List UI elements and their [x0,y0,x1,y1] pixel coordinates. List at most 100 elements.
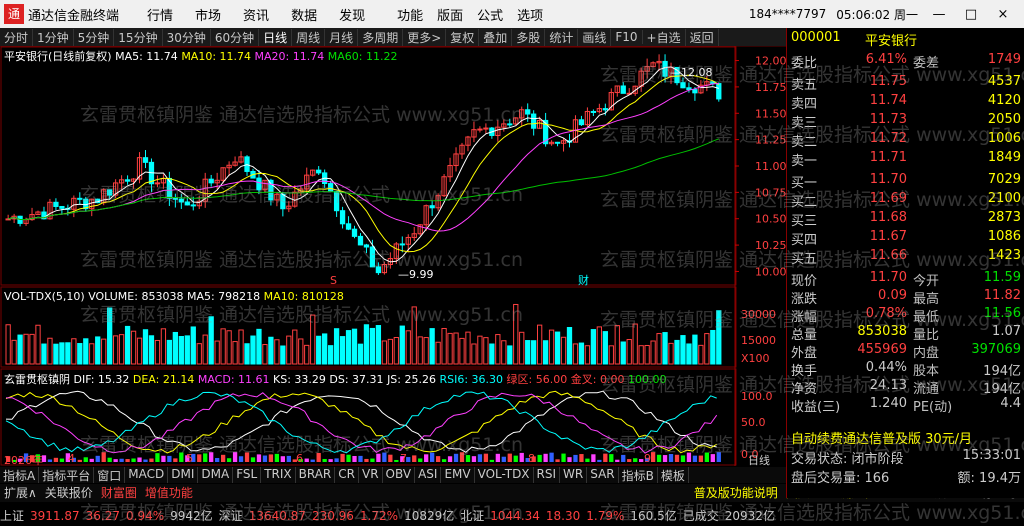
tool-item-1[interactable]: 版面 [437,9,463,24]
bid-4[interactable]: 买五 11.66 1423 [791,248,1021,267]
indicator-tab-18[interactable]: 指标B [619,467,658,483]
indicator-tab-14[interactable]: VOL-TDX [475,467,534,483]
period-tab-12[interactable]: 叠加 [479,28,513,46]
period-tab-11[interactable]: 复权 [446,28,480,46]
menu-item-1[interactable]: 市场 [195,9,221,24]
minimize-button[interactable]: — [928,7,950,22]
period-tab-9[interactable]: 多周期 [358,28,404,46]
ask-2[interactable]: 卖三 11.73 2050 [791,112,1021,131]
indicator-tab-9[interactable]: CR [335,467,359,483]
indicator-tab-17[interactable]: SAR [587,467,619,483]
indicator-tab-16[interactable]: WR [560,467,588,483]
menu-item-2[interactable]: 资讯 [243,9,269,24]
indicator-tab-15[interactable]: RSI [534,467,561,483]
indicator-tab-6[interactable]: FSL [233,467,262,483]
bid-3[interactable]: 买四 11.67 1086 [791,229,1021,248]
account-label[interactable]: 184****7797 [749,7,826,21]
candle-body [244,156,250,172]
candle-body [53,201,59,207]
period-tab-13[interactable]: 多股 [512,28,546,46]
ask-2-volume: 2050 [987,112,1021,127]
tool-item-3[interactable]: 选项 [517,9,543,24]
tool-item-2[interactable]: 公式 [477,9,503,24]
period-tab-5[interactable]: 60分钟 [211,28,260,46]
indicator-tab-5[interactable]: DMA [198,467,234,483]
period-tab-18[interactable]: 返回 [686,28,719,46]
indicator-tab-7[interactable]: TRIX [261,467,296,483]
period-tab-3[interactable]: 15分钟 [114,28,163,46]
period-tab-6[interactable]: 日线 [259,28,293,46]
price-tick-label-7: 10.25 [755,239,786,252]
stat-value2-2: 11.56 [983,306,1021,321]
menu-item-4[interactable]: 发现 [339,9,365,24]
volume-bar [262,344,268,365]
volume-bar [53,343,59,365]
ask-4[interactable]: 卖一 11.71 1849 [791,150,1021,169]
indicator-tab-11[interactable]: OBV [383,467,416,483]
volume-bar [513,303,519,365]
ask-3[interactable]: 卖二 11.72 1006 [791,131,1021,150]
period-tab-0[interactable]: 分时 [0,28,34,46]
indicator-tab-1[interactable]: 指标平台 [39,467,95,483]
maximize-button[interactable]: □ [960,7,982,22]
period-tab-1[interactable]: 1分钟 [33,28,74,46]
period-tab-4[interactable]: 30分钟 [163,28,211,46]
indicator-tab-0[interactable]: 指标A [0,467,40,483]
period-tab-8[interactable]: 月线 [325,28,359,46]
after-vol: 盘后交易量: 166 [791,471,890,486]
promo-banner[interactable]: 自动续费通达信普及版 30元/月 [791,428,972,447]
bid-1[interactable]: 买二 11.69 2100 [791,191,1021,210]
volume-bar [29,333,35,365]
volume-bar [704,333,710,365]
volume-bar [172,331,178,365]
ask-0[interactable]: 卖五 11.75 4537 [791,74,1021,93]
candles [5,54,722,275]
period-tab-17[interactable]: +自选 [643,28,686,46]
volume-bar [339,336,346,365]
bottom-left-1[interactable]: 关联报价 [41,484,97,502]
vol-tick-label-0: 30000 [741,308,776,321]
volume-bar [101,338,107,365]
main-menu: 行情 市场 资讯 数据 发现 [147,5,387,24]
period-tab-14[interactable]: 统计 [545,28,579,46]
stat-row-7: 收益(三) 1.240 PE(动) 4.4 [791,396,1021,415]
chart-area[interactable]: 12.00 11.75 11.50 11.25 11.00 10.75 10.50 10.25… [0,46,786,466]
bottom-left-0[interactable]: 扩展∧ [0,484,41,502]
tool-item-0[interactable]: 功能 [397,9,423,24]
bottom-left-2[interactable]: 财富圈 [97,484,141,502]
bid-2[interactable]: 买三 11.68 2873 [791,210,1021,229]
stat-row-5: 换手 0.44% 股本 194亿 [791,360,1021,379]
period-tab-7[interactable]: 周线 [292,28,326,46]
stat-value2-6: 194亿 [983,382,1021,397]
volume-bar [519,331,525,365]
bottom-left-3[interactable]: 增值功能 [141,484,197,502]
bid-0-volume: 7029 [987,172,1021,187]
indicator-tab-8[interactable]: BRAR [296,467,336,483]
period-tab-15[interactable]: 画线 [578,28,612,46]
candle-body [208,178,214,184]
indicator-tab-3[interactable]: MACD [125,467,169,483]
menu-item-3[interactable]: 数据 [291,9,317,24]
candle-body [154,182,161,185]
stat-label-5: 换手 [791,364,818,379]
bid-4-volume: 1423 [987,248,1021,263]
indicator-tab-13[interactable]: EMV [441,467,475,483]
indicator-tab-10[interactable]: VR [359,467,383,483]
dif-label: DIF: 15.32 [73,373,130,386]
indicator-tab-4[interactable]: DMI [168,467,199,483]
period-tab-10[interactable]: 更多> [403,28,447,46]
volume-bar [65,342,71,365]
ask-1[interactable]: 卖四 11.74 4120 [791,93,1021,112]
close-button[interactable]: × [992,7,1014,22]
stat-row-0: 现价 11.70 今开 11.59 [791,270,1021,289]
indicator-tab-19[interactable]: 模板 [658,467,689,483]
period-tab-2[interactable]: 5分钟 [74,28,115,46]
bottom-right-0[interactable]: 普及版功能说明 [690,484,782,502]
menu-item-0[interactable]: 行情 [147,9,173,24]
period-tab-16[interactable]: F10 [611,30,643,44]
volume-bar [333,328,340,365]
bid-0[interactable]: 买一 11.70 7029 [791,172,1021,191]
indicator-tab-12[interactable]: ASI [415,467,442,483]
bid-2-label: 买三 [791,214,818,229]
indicator-tab-2[interactable]: 窗口 [94,467,126,483]
